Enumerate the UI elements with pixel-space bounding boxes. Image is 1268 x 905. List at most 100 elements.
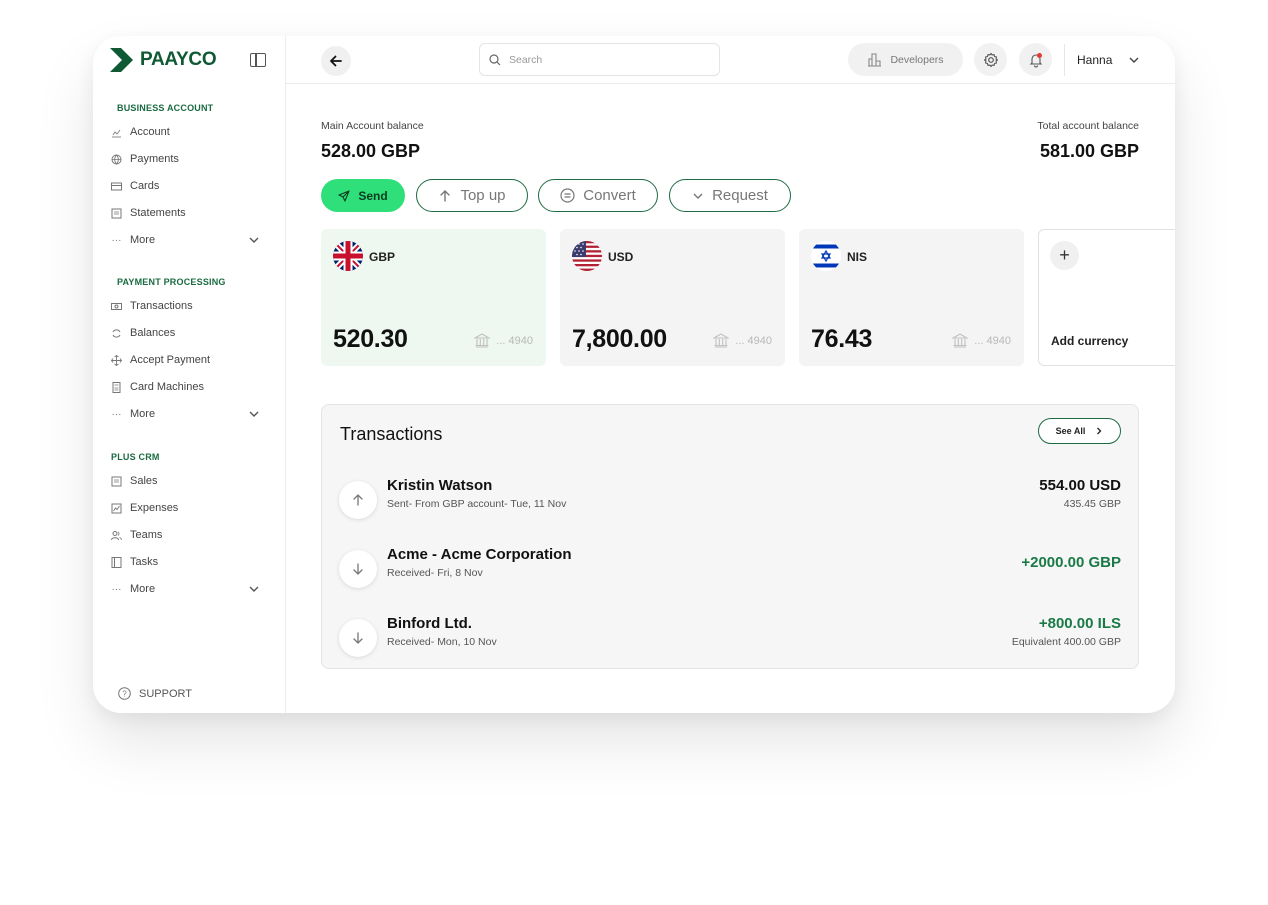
convert-button[interactable]: Convert bbox=[538, 179, 658, 212]
sidebar-item-balances[interactable]: Balances bbox=[111, 323, 268, 343]
transaction-amount-secondary: 435.45 GBP bbox=[1063, 498, 1121, 510]
section-label-plus-crm: PLUS CRM bbox=[111, 452, 160, 462]
chevron-down-icon bbox=[249, 237, 259, 243]
sidebar-item-expenses[interactable]: Expenses bbox=[111, 498, 268, 518]
user-menu[interactable]: Hanna bbox=[1064, 44, 1140, 76]
arrow-down-icon bbox=[339, 619, 377, 657]
terminal-icon bbox=[111, 381, 122, 393]
currency-amount: 76.43 bbox=[811, 325, 873, 353]
document-icon bbox=[111, 208, 122, 219]
transaction-amount: +800.00 ILS bbox=[1038, 615, 1121, 632]
move-icon bbox=[111, 354, 122, 366]
sidebar-item-card-machines[interactable]: Card Machines bbox=[111, 377, 268, 397]
sidebar-item-more-business[interactable]: ··· More bbox=[111, 230, 268, 250]
chevron-down-icon bbox=[249, 586, 259, 592]
top-up-label: Top up bbox=[460, 187, 506, 204]
account-number: ... 4940 bbox=[713, 333, 772, 348]
add-currency-label: Add currency bbox=[1051, 334, 1129, 348]
sidebar-item-more-crm[interactable]: ··· More bbox=[111, 579, 268, 599]
currency-code: USD bbox=[608, 250, 634, 264]
sidebar-item-teams[interactable]: Teams bbox=[111, 525, 268, 545]
transaction-detail: Sent- From GBP account- Tue, 11 Nov bbox=[387, 498, 567, 510]
bank-icon bbox=[474, 333, 491, 348]
main-content: Developers Hanna Main Account balance 52… bbox=[286, 36, 1175, 713]
plus-icon: + bbox=[1050, 241, 1079, 270]
israel-flag-icon bbox=[811, 241, 841, 271]
user-name: Hanna bbox=[1077, 53, 1113, 67]
sidebar-item-sales[interactable]: Sales bbox=[111, 471, 268, 491]
see-all-button[interactable]: See All bbox=[1038, 418, 1121, 444]
sidebar-item-tasks[interactable]: Tasks bbox=[111, 552, 268, 572]
sidebar-item-label: Account bbox=[130, 126, 170, 138]
sidebar-item-transactions[interactable]: Transactions bbox=[111, 296, 268, 316]
card-icon bbox=[111, 181, 122, 192]
request-label: Request bbox=[712, 187, 768, 204]
sidebar-item-label: Expenses bbox=[130, 502, 179, 514]
transaction-row[interactable]: Binford Ltd. Received- Mon, 10 Nov +800.… bbox=[339, 615, 1121, 657]
sidebar-item-statements[interactable]: Statements bbox=[111, 203, 268, 223]
transaction-name: Kristin Watson bbox=[387, 477, 493, 494]
sidebar-item-accept-payment[interactable]: Accept Payment bbox=[111, 350, 268, 370]
brand-name: PAAYCO bbox=[140, 49, 217, 70]
sidebar-item-label: Teams bbox=[130, 529, 163, 541]
ellipsis-icon: ··· bbox=[111, 408, 122, 420]
account-number-text: ... 4940 bbox=[496, 334, 533, 347]
currency-code: NIS bbox=[847, 250, 868, 264]
sidebar: PAAYCO BUSINESS ACCOUNT Account Payments… bbox=[93, 36, 286, 713]
transaction-detail: Received- Fri, 8 Nov bbox=[387, 567, 483, 579]
support-link[interactable]: ? SUPPORT bbox=[118, 687, 192, 700]
send-label: Send bbox=[358, 188, 388, 203]
bell-icon bbox=[1029, 52, 1042, 67]
back-button[interactable] bbox=[321, 46, 351, 76]
send-button[interactable]: Send bbox=[321, 179, 405, 212]
top-up-button[interactable]: Top up bbox=[416, 179, 528, 212]
ellipsis-icon: ··· bbox=[111, 234, 122, 246]
transaction-row[interactable]: Kristin Watson Sent- From GBP account- T… bbox=[339, 477, 1121, 519]
currency-card-nis[interactable]: NIS 76.43 ... 4940 bbox=[799, 229, 1024, 366]
svg-text:?: ? bbox=[122, 690, 127, 699]
gear-icon bbox=[983, 52, 998, 67]
sidebar-item-label: Payments bbox=[130, 153, 179, 165]
brand-logo[interactable]: PAAYCO bbox=[110, 48, 217, 72]
sidebar-item-label: Sales bbox=[130, 475, 158, 487]
notifications-button[interactable] bbox=[1019, 43, 1052, 76]
sidebar-item-more-processing[interactable]: ··· More bbox=[111, 404, 268, 424]
sidebar-item-payments[interactable]: Payments bbox=[111, 149, 268, 169]
exchange-icon bbox=[560, 188, 575, 203]
logo-icon bbox=[110, 48, 133, 72]
add-currency-card[interactable]: + Add currency bbox=[1038, 229, 1175, 366]
currency-code: GBP bbox=[369, 250, 396, 264]
total-balance-label: Total account balance bbox=[1037, 120, 1139, 132]
chevron-down-icon bbox=[693, 193, 703, 199]
transaction-row[interactable]: Acme - Acme Corporation Received- Fri, 8… bbox=[339, 546, 1121, 588]
sidebar-item-label: More bbox=[130, 583, 156, 595]
search-input[interactable] bbox=[509, 53, 699, 66]
transactions-title: Transactions bbox=[340, 424, 443, 444]
transaction-name: Acme - Acme Corporation bbox=[387, 546, 572, 563]
users-icon bbox=[111, 530, 122, 541]
sidebar-toggle-icon[interactable] bbox=[250, 53, 266, 67]
book-icon bbox=[111, 556, 122, 568]
sidebar-item-label: More bbox=[130, 408, 156, 420]
currency-amount: 520.30 bbox=[333, 325, 408, 353]
transactions-panel: Transactions See All Kristin Watson Sent… bbox=[321, 404, 1139, 669]
sidebar-item-label: Accept Payment bbox=[130, 354, 211, 366]
developers-button[interactable]: Developers bbox=[848, 43, 963, 76]
search-box[interactable] bbox=[479, 43, 720, 76]
sidebar-item-cards[interactable]: Cards bbox=[111, 176, 268, 196]
arrow-left-icon bbox=[330, 55, 342, 67]
currency-card-gbp[interactable]: GBP 520.30 ... 4940 bbox=[321, 229, 546, 366]
request-button[interactable]: Request bbox=[669, 179, 791, 212]
total-balance-value: 581.00 GBP bbox=[1039, 141, 1139, 161]
refresh-icon bbox=[111, 328, 122, 339]
transaction-amount: +2000.00 GBP bbox=[1021, 554, 1121, 571]
currency-amount: 7,800.00 bbox=[572, 325, 667, 353]
sidebar-item-account[interactable]: Account bbox=[111, 122, 268, 142]
chart-icon bbox=[111, 503, 122, 514]
convert-label: Convert bbox=[583, 187, 636, 204]
uk-flag-icon bbox=[333, 241, 363, 271]
settings-button[interactable] bbox=[974, 43, 1007, 76]
account-number-text: ... 4940 bbox=[974, 334, 1011, 347]
currency-card-usd[interactable]: USD 7,800.00 ... 4940 bbox=[560, 229, 785, 366]
top-bar: Developers Hanna bbox=[286, 36, 1175, 84]
